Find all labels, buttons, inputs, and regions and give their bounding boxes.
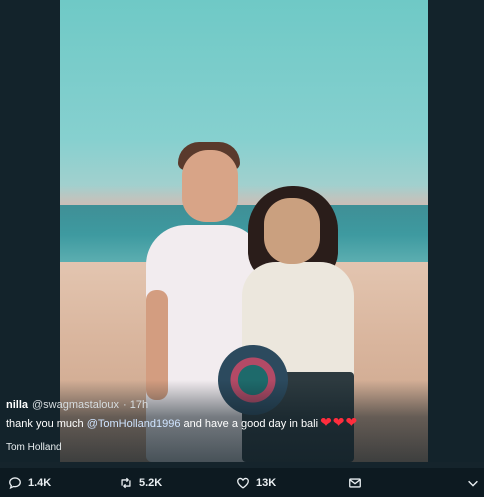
right-margin bbox=[428, 0, 484, 462]
person-left-head bbox=[182, 150, 238, 222]
reply-button[interactable]: 1.4K bbox=[8, 476, 51, 490]
chevron-down-icon bbox=[468, 480, 478, 487]
more-button[interactable] bbox=[466, 476, 480, 490]
person-right-head bbox=[264, 198, 320, 264]
like-icon bbox=[237, 477, 249, 489]
like-button[interactable]: 13K bbox=[236, 476, 276, 490]
tweet-text-end: and have a good day in bali bbox=[180, 418, 319, 430]
reply-icon bbox=[9, 476, 21, 489]
tweet-info: nilla @swagmastaloux · 17h thank you muc… bbox=[6, 398, 476, 453]
retweet-button[interactable]: 5.2K bbox=[119, 476, 162, 490]
tweet-photo[interactable] bbox=[60, 0, 428, 462]
tweet-timestamp[interactable]: · 17h bbox=[123, 398, 148, 412]
retweet-icon bbox=[121, 477, 131, 488]
message-button[interactable] bbox=[348, 476, 362, 490]
sky-haze bbox=[60, 185, 428, 207]
retweet-count: 5.2K bbox=[139, 476, 163, 489]
left-margin bbox=[0, 0, 60, 462]
tweet-actions-bar: 1.4K 5.2K 13K bbox=[0, 468, 484, 497]
reply-count: 1.4K bbox=[28, 476, 52, 489]
like-count: 13K bbox=[256, 476, 277, 489]
mention-link[interactable]: @TomHolland1996 bbox=[87, 418, 181, 430]
author-handle[interactable]: @swagmastaloux bbox=[32, 398, 119, 412]
tagged-user[interactable]: Tom Holland bbox=[6, 442, 476, 453]
tweet-text: thank you much @TomHolland1996 and have … bbox=[6, 415, 476, 431]
tweet-text-start: thank you much bbox=[6, 418, 87, 430]
tweet-header: nilla @swagmastaloux · 17h bbox=[6, 398, 476, 412]
hearts-emoji: ❤❤❤ bbox=[320, 414, 359, 430]
message-icon bbox=[349, 477, 361, 488]
author-name[interactable]: nilla bbox=[6, 398, 28, 412]
